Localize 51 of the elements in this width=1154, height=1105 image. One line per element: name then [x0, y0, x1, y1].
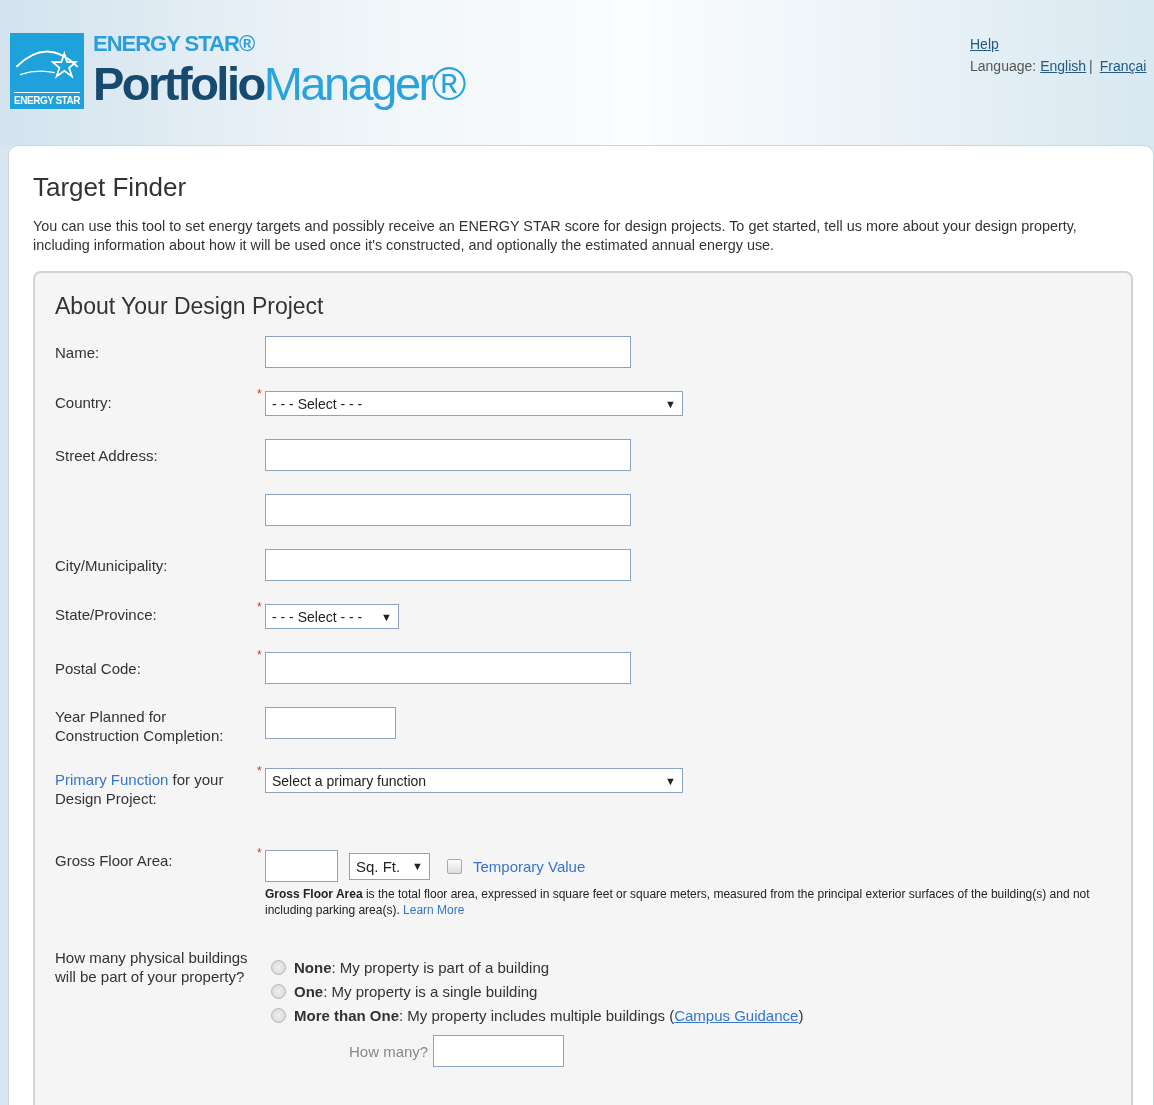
- required-mark: *: [257, 387, 262, 401]
- checkbox-label[interactable]: Temporary Value: [473, 857, 586, 875]
- language-link[interactable]: English: [1040, 58, 1087, 74]
- field-label: How many physical buildings will be part of your property?: [55, 948, 249, 986]
- required-mark: *: [257, 764, 262, 778]
- language-label: Language:: [970, 58, 1037, 74]
- year-field[interactable]: [265, 707, 396, 739]
- radio-button[interactable]: [271, 1008, 286, 1023]
- learn-more-link[interactable]: Learn More: [403, 903, 465, 917]
- address-field[interactable]: [265, 494, 631, 526]
- count-field[interactable]: [433, 1035, 565, 1067]
- dropdown[interactable]: Select a primary function ▼: [265, 768, 683, 793]
- required-mark: *: [257, 600, 262, 614]
- campus-guidance-link[interactable]: Campus Guidance: [674, 1007, 799, 1024]
- intro-text: You can use this tool to set energy targets and possibly receive an ENERGY STAR score for design projects. To get started, tell us more about your design property, including information about how it will be used once it's constructed, and optionally the estimated annual energy use.: [33, 217, 1078, 255]
- text-field[interactable]: [265, 336, 631, 368]
- text-field[interactable]: [265, 549, 631, 581]
- brand-name: ENERGY STAR®: [93, 33, 256, 55]
- radio-label: More than One: My property includes multiple buildings (Campus Guidance): [294, 1007, 804, 1024]
- radio-button[interactable]: [271, 960, 286, 975]
- area-field[interactable]: [265, 850, 338, 882]
- address-field[interactable]: [265, 439, 631, 471]
- radio-button[interactable]: [271, 984, 286, 999]
- required-mark: *: [257, 846, 262, 860]
- field-label: City/Municipality:: [55, 557, 168, 574]
- dropdown[interactable]: - - - Select - - - ▼: [265, 604, 399, 629]
- count-label: How many?: [349, 1042, 429, 1060]
- field-label: Street Address:: [55, 447, 158, 464]
- section-title: About Your Design Project: [55, 293, 325, 320]
- required-mark: *: [257, 648, 262, 662]
- primary-function-link[interactable]: Primary Function: [55, 771, 169, 788]
- field-label: Year Planned for Construction Completion:: [55, 707, 225, 745]
- language-separator: |: [1089, 58, 1093, 74]
- field-label: Name:: [55, 344, 100, 361]
- field-label: Postal Code:: [55, 660, 141, 677]
- page-title: Target Finder: [33, 172, 188, 203]
- radio-label: One: My property is a single building: [294, 983, 538, 1000]
- text-field[interactable]: [265, 652, 631, 684]
- field-label: Gross Floor Area:: [55, 852, 173, 869]
- field-label: Country:: [55, 393, 113, 412]
- dropdown[interactable]: - - - Select - - - ▼: [265, 391, 683, 416]
- radio-label: None: My property is part of a building: [294, 959, 550, 976]
- checkbox[interactable]: [447, 858, 462, 874]
- product-name: PortfolioManager®: [93, 56, 464, 112]
- help-link[interactable]: Help: [970, 36, 999, 52]
- field-label: State/Province:: [55, 606, 157, 623]
- hint-text: Gross Floor Area is the total floor area, expressed in square feet or square meters, measured from the principal exterior surfaces of the building(s) and not including parking area(s). Learn More: [265, 886, 1091, 918]
- language-link[interactable]: Françai: [1099, 58, 1147, 74]
- unit-dropdown[interactable]: Sq. Ft. ▼: [349, 852, 430, 880]
- badge-text: ENERGY STAR: [14, 92, 80, 106]
- field-label: Primary Function for your Design Project:: [55, 770, 225, 808]
